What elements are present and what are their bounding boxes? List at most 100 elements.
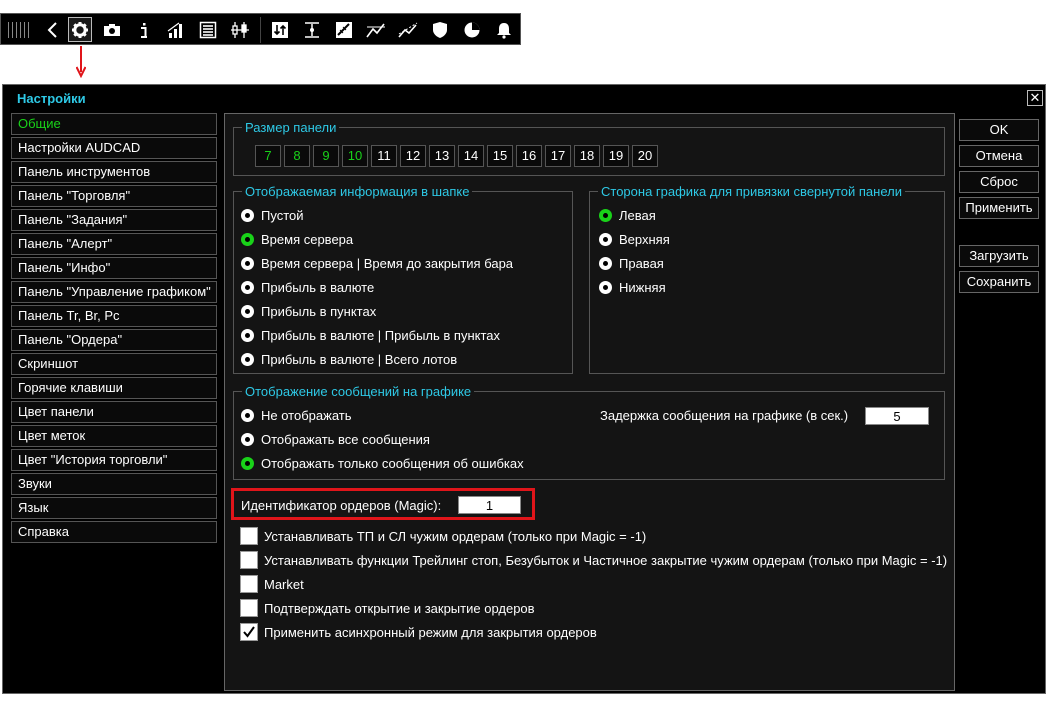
checkbox-confirm-orders[interactable]: Подтверждать открытие и закрытие ордеров — [240, 598, 535, 618]
radio-label: Отображать все сообщения — [261, 431, 430, 447]
signal-icon[interactable] — [164, 17, 188, 42]
sidebar-item-alert-panel[interactable]: Панель "Алерт" — [11, 233, 217, 255]
radio-messages-all[interactable]: Отображать все сообщения — [241, 430, 430, 448]
grip-icon[interactable] — [8, 22, 30, 38]
message-delay-input[interactable] — [865, 407, 929, 425]
size-option-8[interactable]: 8 — [284, 145, 310, 167]
sidebar-item-info-panel[interactable]: Панель "Инфо" — [11, 257, 217, 279]
panel-size-options: 7 8 9 10 11 12 13 14 15 16 17 18 19 20 — [255, 145, 658, 167]
pie-icon[interactable] — [460, 17, 484, 42]
radio-header-server-time[interactable]: Время сервера — [241, 230, 353, 248]
camera-icon[interactable] — [100, 17, 124, 42]
radio-side-bottom[interactable]: Нижняя — [599, 278, 666, 296]
sidebar-item-tools-panel[interactable]: Панель инструментов — [11, 161, 217, 183]
sidebar-item-symbol-settings[interactable]: Настройки AUDCAD — [11, 137, 217, 159]
close-button[interactable]: ✕ — [1027, 90, 1043, 106]
sidebar-item-language[interactable]: Язык — [11, 497, 217, 519]
radio-header-profit-points[interactable]: Прибыль в пунктах — [241, 302, 376, 320]
magic-label: Идентификатор ордеров (Magic): — [241, 498, 442, 513]
radio-label: Время сервера — [261, 231, 354, 247]
radio-dot-selected-icon — [599, 208, 612, 222]
dialog-title: Настройки — [17, 91, 86, 106]
size-option-13[interactable]: 13 — [429, 145, 455, 167]
size-option-12[interactable]: 12 — [400, 145, 426, 167]
checkmark-icon — [243, 626, 255, 638]
apply-button[interactable]: Применить — [959, 197, 1039, 219]
sidebar-item-general[interactable]: Общие — [11, 113, 217, 135]
levels-icon[interactable] — [300, 17, 324, 42]
ok-button[interactable]: OK — [959, 119, 1039, 141]
radio-label: Прибыль в валюте | Прибыль в пунктах — [261, 327, 500, 343]
radio-header-profit-total-lots[interactable]: Прибыль в валюте | Всего лотов — [241, 350, 457, 368]
sidebar-item-orders-panel[interactable]: Панель "Ордера" — [11, 329, 217, 351]
size-option-14[interactable]: 14 — [458, 145, 484, 167]
sidebar-item-marks-color[interactable]: Цвет меток — [11, 425, 217, 447]
sidebar-item-sounds[interactable]: Звуки — [11, 473, 217, 495]
ruler-icon[interactable] — [332, 17, 356, 42]
sidebar-item-tr-br-pc-panel[interactable]: Панель Tr, Br, Pc — [11, 305, 217, 327]
radio-header-profit-currency[interactable]: Прибыль в валюте — [241, 278, 374, 296]
sidebar-item-trade-panel[interactable]: Панель "Торговля" — [11, 185, 217, 207]
radio-label: Прибыль в валюте | Всего лотов — [261, 351, 458, 367]
radio-label: Пустой — [261, 207, 304, 223]
radio-dot-selected-icon — [241, 456, 254, 470]
size-option-15[interactable]: 15 — [487, 145, 513, 167]
size-option-7[interactable]: 7 — [255, 145, 281, 167]
size-option-9[interactable]: 9 — [313, 145, 339, 167]
size-option-11[interactable]: 11 — [371, 145, 397, 167]
radio-dot-icon — [241, 432, 254, 446]
save-button[interactable]: Сохранить — [959, 271, 1039, 293]
cancel-button[interactable]: Отмена — [959, 145, 1039, 167]
size-option-10[interactable]: 10 — [342, 145, 368, 167]
sidebar-item-history-color[interactable]: Цвет "История торговли" — [11, 449, 217, 471]
checkbox-trailing-foreign[interactable]: Устанавливать функции Трейлинг стоп, Без… — [240, 550, 947, 570]
checkbox-tp-sl-foreign[interactable]: Устанавливать ТП и СЛ чужим ордерам (тол… — [240, 526, 646, 546]
sidebar-item-help[interactable]: Справка — [11, 521, 217, 543]
radio-messages-none[interactable]: Не отображать — [241, 406, 352, 424]
size-option-16[interactable]: 16 — [516, 145, 542, 167]
list-icon[interactable] — [196, 17, 220, 42]
radio-label: Прибыль в валюте — [261, 279, 375, 295]
radio-label: Верхняя — [619, 231, 670, 247]
checkbox-label: Market — [264, 576, 304, 592]
radio-label: Не отображать — [261, 407, 352, 423]
load-button[interactable]: Загрузить — [959, 245, 1039, 267]
trend-icon[interactable] — [364, 17, 388, 42]
radio-side-left[interactable]: Левая — [599, 206, 656, 224]
sidebar-item-hotkeys[interactable]: Горячие клавиши — [11, 377, 217, 399]
trailing-icon[interactable] — [396, 17, 420, 42]
sidebar-item-tasks-panel[interactable]: Панель "Задания" — [11, 209, 217, 231]
reset-button[interactable]: Сброс — [959, 171, 1039, 193]
size-option-17[interactable]: 17 — [545, 145, 571, 167]
radio-messages-errors[interactable]: Отображать только сообщения об ошибках — [241, 454, 524, 472]
size-option-18[interactable]: 18 — [574, 145, 600, 167]
transfer-icon[interactable] — [268, 17, 292, 42]
sidebar-item-screenshot[interactable]: Скриншот — [11, 353, 217, 375]
red-arrow-icon — [76, 46, 86, 78]
size-option-19[interactable]: 19 — [603, 145, 629, 167]
candlestick-icon[interactable] — [228, 17, 252, 42]
info-icon[interactable] — [132, 17, 156, 42]
radio-side-top[interactable]: Верхняя — [599, 230, 670, 248]
radio-side-right[interactable]: Правая — [599, 254, 664, 272]
radio-header-server-time-bar-close[interactable]: Время сервера | Время до закрытия бара — [241, 254, 513, 272]
settings-sidebar: Общие Настройки AUDCAD Панель инструмент… — [11, 113, 217, 545]
settings-dialog: Настройки ✕ Общие Настройки AUDCAD Панел… — [2, 84, 1046, 694]
radio-dot-selected-icon — [241, 232, 254, 246]
sidebar-item-panel-color[interactable]: Цвет панели — [11, 401, 217, 423]
radio-header-empty[interactable]: Пустой — [241, 206, 304, 224]
size-option-20[interactable]: 20 — [632, 145, 658, 167]
shield-icon[interactable] — [428, 17, 452, 42]
checkbox-market[interactable]: Market — [240, 574, 304, 594]
sidebar-item-chart-control-panel[interactable]: Панель "Управление графиком" — [11, 281, 217, 303]
magic-input[interactable] — [458, 496, 521, 514]
radio-label: Отображать только сообщения об ошибках — [261, 455, 524, 471]
checkbox-box — [240, 623, 258, 641]
radio-dot-icon — [241, 256, 254, 270]
gear-icon[interactable] — [68, 17, 92, 42]
bell-icon[interactable] — [492, 17, 516, 42]
radio-dot-icon — [241, 280, 254, 294]
radio-header-profit-currency-points[interactable]: Прибыль в валюте | Прибыль в пунктах — [241, 326, 500, 344]
back-icon[interactable] — [41, 17, 65, 42]
checkbox-async-close[interactable]: Применить асинхронный режим для закрытия… — [240, 622, 597, 642]
